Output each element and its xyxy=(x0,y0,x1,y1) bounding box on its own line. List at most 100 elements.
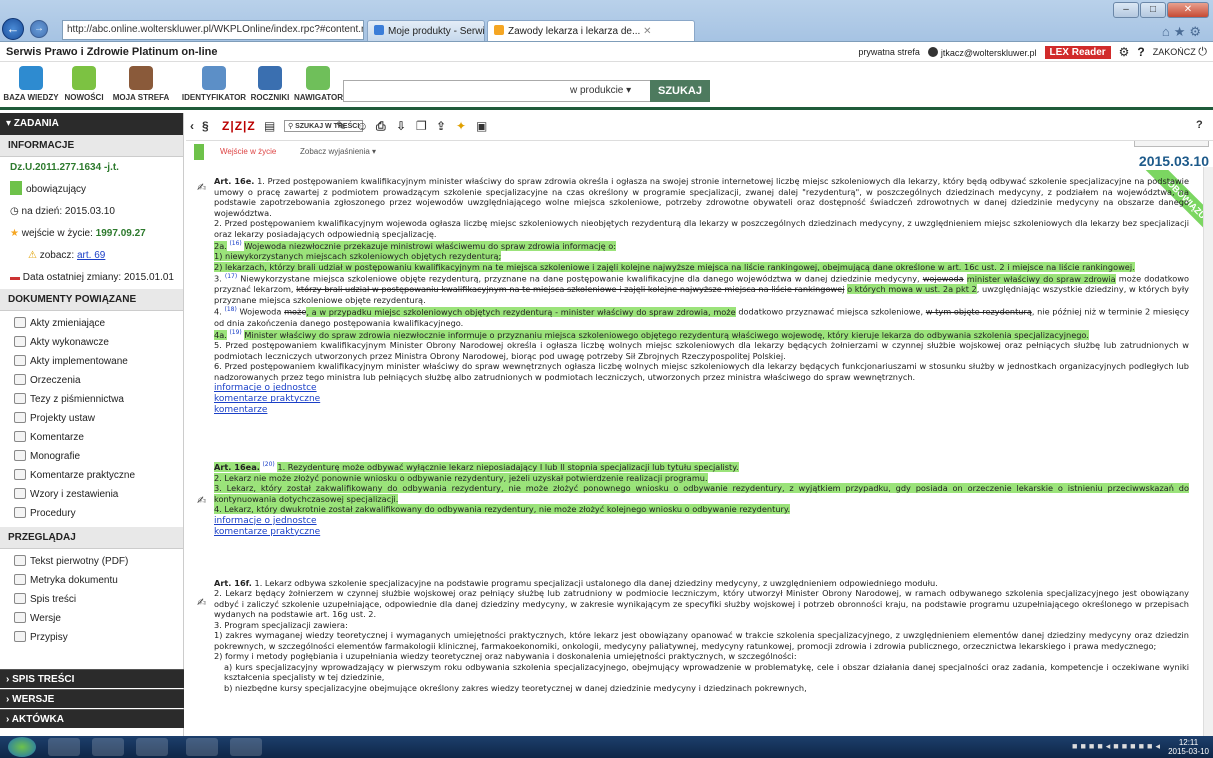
tab-explanations[interactable]: Zobacz wyjaśnienia ▾ xyxy=(300,147,376,156)
user-menu[interactable]: jtkacz@wolterskluwer.pl xyxy=(927,46,1037,58)
footnote-link[interactable]: (18) xyxy=(225,306,237,313)
tab-entry-into-force[interactable]: Wejście w życie xyxy=(220,147,276,156)
unit-info-link[interactable]: informacje o jednostce xyxy=(214,516,1189,527)
article-title: Art. 16ea. xyxy=(214,462,260,473)
annotate-icon[interactable]: ✍ xyxy=(197,181,209,194)
gear-icon[interactable]: ⚙ xyxy=(1189,24,1205,39)
chevron-down-icon: ▾ xyxy=(372,147,377,156)
home-icon[interactable]: ⌂ xyxy=(1162,24,1174,39)
sidebar-header[interactable]: ▾ ZADANIA xyxy=(0,113,183,135)
annotate-icon[interactable]: ✍ xyxy=(197,494,209,507)
compare-versions-icon[interactable]: Z|Z|Z xyxy=(222,119,256,133)
paragraph: 2. Przed postępowaniem kwalifikacyjnym w… xyxy=(214,218,1189,239)
collapse-sidebar-icon[interactable]: ‹ xyxy=(190,119,194,133)
paragraph-icon[interactable]: § xyxy=(202,119,209,133)
highlight-icon[interactable]: ✦ xyxy=(456,119,466,133)
share-icon[interactable]: ⇪ xyxy=(436,119,446,133)
document-scrollbar[interactable] xyxy=(1203,167,1213,736)
browse-item[interactable]: Przypisy xyxy=(0,628,183,647)
star-icon[interactable]: ★ xyxy=(1174,24,1190,39)
paragraph: 4. (18) Wojewoda może, a w przypadku mie… xyxy=(214,306,1189,328)
knowledge-base-button[interactable]: BAZA WIEDZY xyxy=(2,66,60,102)
browse-item[interactable]: Metryka dokumentu xyxy=(0,571,183,590)
comment-icon xyxy=(14,431,26,442)
unit-info-link[interactable]: informacje o jednostce xyxy=(214,383,1189,394)
my-zone-button[interactable]: MOJA STREFA xyxy=(112,66,170,102)
paragraph: 2. Lekarz będący żołnierzem w czynnej sł… xyxy=(214,588,1189,620)
start-button[interactable] xyxy=(8,737,36,757)
briefcase-panel-toggle[interactable]: › AKTÓWKA xyxy=(0,709,184,728)
chevron-right-icon: › xyxy=(6,714,10,725)
practical-comments-link[interactable]: komentarze praktyczne xyxy=(214,527,1189,538)
yearbooks-button[interactable]: ROCZNIKI xyxy=(246,66,294,102)
close-icon[interactable]: ✕ xyxy=(1167,2,1209,18)
minimize-icon[interactable]: – xyxy=(1113,2,1139,18)
practical-comments-link[interactable]: komentarze praktyczne xyxy=(214,394,1189,405)
browse-item[interactable]: Spis treści xyxy=(0,590,183,609)
news-button[interactable]: NOWOŚCI xyxy=(60,66,108,102)
print-icon[interactable]: ⎙ xyxy=(376,119,386,134)
notes-icon[interactable]: ✎ xyxy=(336,119,346,133)
app-header-right: prywatna strefa jtkacz@wolterskluwer.pl … xyxy=(858,45,1207,59)
navigator-button[interactable]: NAWIGATOR xyxy=(294,66,343,102)
paragraph: 1) zakres wymaganej wiedzy teoretycznej … xyxy=(214,630,1189,651)
settings-icon[interactable]: ⚙ xyxy=(1119,45,1130,59)
help-icon[interactable]: ? xyxy=(1196,119,1203,131)
search-scope-select[interactable]: w produkcie ▾ xyxy=(570,85,631,96)
tab-close-icon[interactable]: ✕ xyxy=(643,26,651,37)
related-item[interactable]: Akty zmieniające xyxy=(0,314,183,333)
related-item[interactable]: Procedury xyxy=(0,504,183,523)
address-bar[interactable]: http://abc.online.wolterskluwer.pl/WKPLO… xyxy=(62,20,364,40)
browse-item[interactable]: Wersje xyxy=(0,609,183,628)
taskbar-firefox-icon[interactable] xyxy=(48,738,80,756)
taskbar-word-icon[interactable] xyxy=(230,738,262,756)
browser-tab-1[interactable]: Moje produkty - Serwis logow... xyxy=(367,20,485,41)
forward-button[interactable]: → xyxy=(30,20,48,38)
related-item[interactable]: Orzeczenia xyxy=(0,371,183,390)
toc-panel-toggle[interactable]: › SPIS TREŚCI xyxy=(0,669,184,688)
user-icon xyxy=(927,46,938,57)
identifier-button[interactable]: IDENTYFIKATOR xyxy=(180,66,248,102)
search-button[interactable]: SZUKAJ xyxy=(650,80,710,102)
document-view-icon[interactable]: ▤ xyxy=(264,119,275,133)
logout-button[interactable]: ZAKOŃCZ ⏻ xyxy=(1153,46,1207,59)
help-icon[interactable]: ? xyxy=(1137,45,1144,59)
related-item[interactable]: Tezy z piśmiennictwa xyxy=(0,390,183,409)
related-item[interactable]: Monografie xyxy=(0,447,183,466)
comments-link[interactable]: komentarze xyxy=(214,405,1189,416)
taskbar-lync-icon[interactable] xyxy=(92,738,124,756)
browse-item[interactable]: Tekst pierwotny (PDF) xyxy=(0,552,183,571)
clock: 12:11 2015-03-10 xyxy=(1168,738,1209,756)
briefcase-icon[interactable]: ▣ xyxy=(476,119,487,133)
private-zone-link[interactable]: prywatna strefa xyxy=(858,47,920,57)
pencil-icon xyxy=(14,393,26,404)
related-item[interactable]: Wzory i zestawienia xyxy=(0,485,183,504)
related-item[interactable]: Akty implementowane xyxy=(0,352,183,371)
related-item[interactable]: Komentarze xyxy=(0,428,183,447)
user-notes-icon[interactable]: ☺ xyxy=(356,119,368,133)
footnote-link[interactable]: (16) xyxy=(229,240,241,247)
paragraph: 3. Program specjalizacji zawiera: xyxy=(214,619,348,630)
footnote-link[interactable]: (20) xyxy=(262,461,274,468)
browser-titlebar: – □ ✕ ← → http://abc.online.wolterskluwe… xyxy=(0,0,1213,42)
related-item[interactable]: Projekty ustaw xyxy=(0,409,183,428)
browser-tab-2[interactable]: Zawody lekarza i lekarza de... ✕ xyxy=(487,20,695,41)
taskbar-outlook-icon[interactable] xyxy=(136,738,168,756)
footnote-link[interactable]: (19) xyxy=(229,329,241,336)
export-icon[interactable]: ⇩ xyxy=(396,119,406,133)
chevron-down-icon: ▾ xyxy=(626,85,632,96)
versions-panel-toggle[interactable]: › WERSJE xyxy=(0,689,184,708)
annotate-icon[interactable]: ✍ xyxy=(197,596,209,609)
footnote-link[interactable]: (17) xyxy=(225,273,237,280)
related-item[interactable]: Komentarze praktyczne xyxy=(0,466,183,485)
lex-reader-button[interactable]: LEX Reader xyxy=(1044,45,1111,59)
search-in-text-button[interactable]: ⚲ SZUKAJ W TREŚCI xyxy=(284,120,364,132)
related-item[interactable]: Akty wykonawcze xyxy=(0,333,183,352)
back-button[interactable]: ← xyxy=(2,18,24,40)
taskbar-ie-icon[interactable] xyxy=(186,738,218,756)
paragraph: 6. Przed postępowaniem kwalifikacyjnym m… xyxy=(214,361,1189,382)
copy-icon[interactable]: ❐ xyxy=(416,119,427,133)
see-link[interactable]: art. 69 xyxy=(77,250,105,261)
maximize-icon[interactable]: □ xyxy=(1140,2,1166,18)
document-subbar: Wejście w życie Zobacz wyjaśnienia ▾ xyxy=(186,141,1213,167)
